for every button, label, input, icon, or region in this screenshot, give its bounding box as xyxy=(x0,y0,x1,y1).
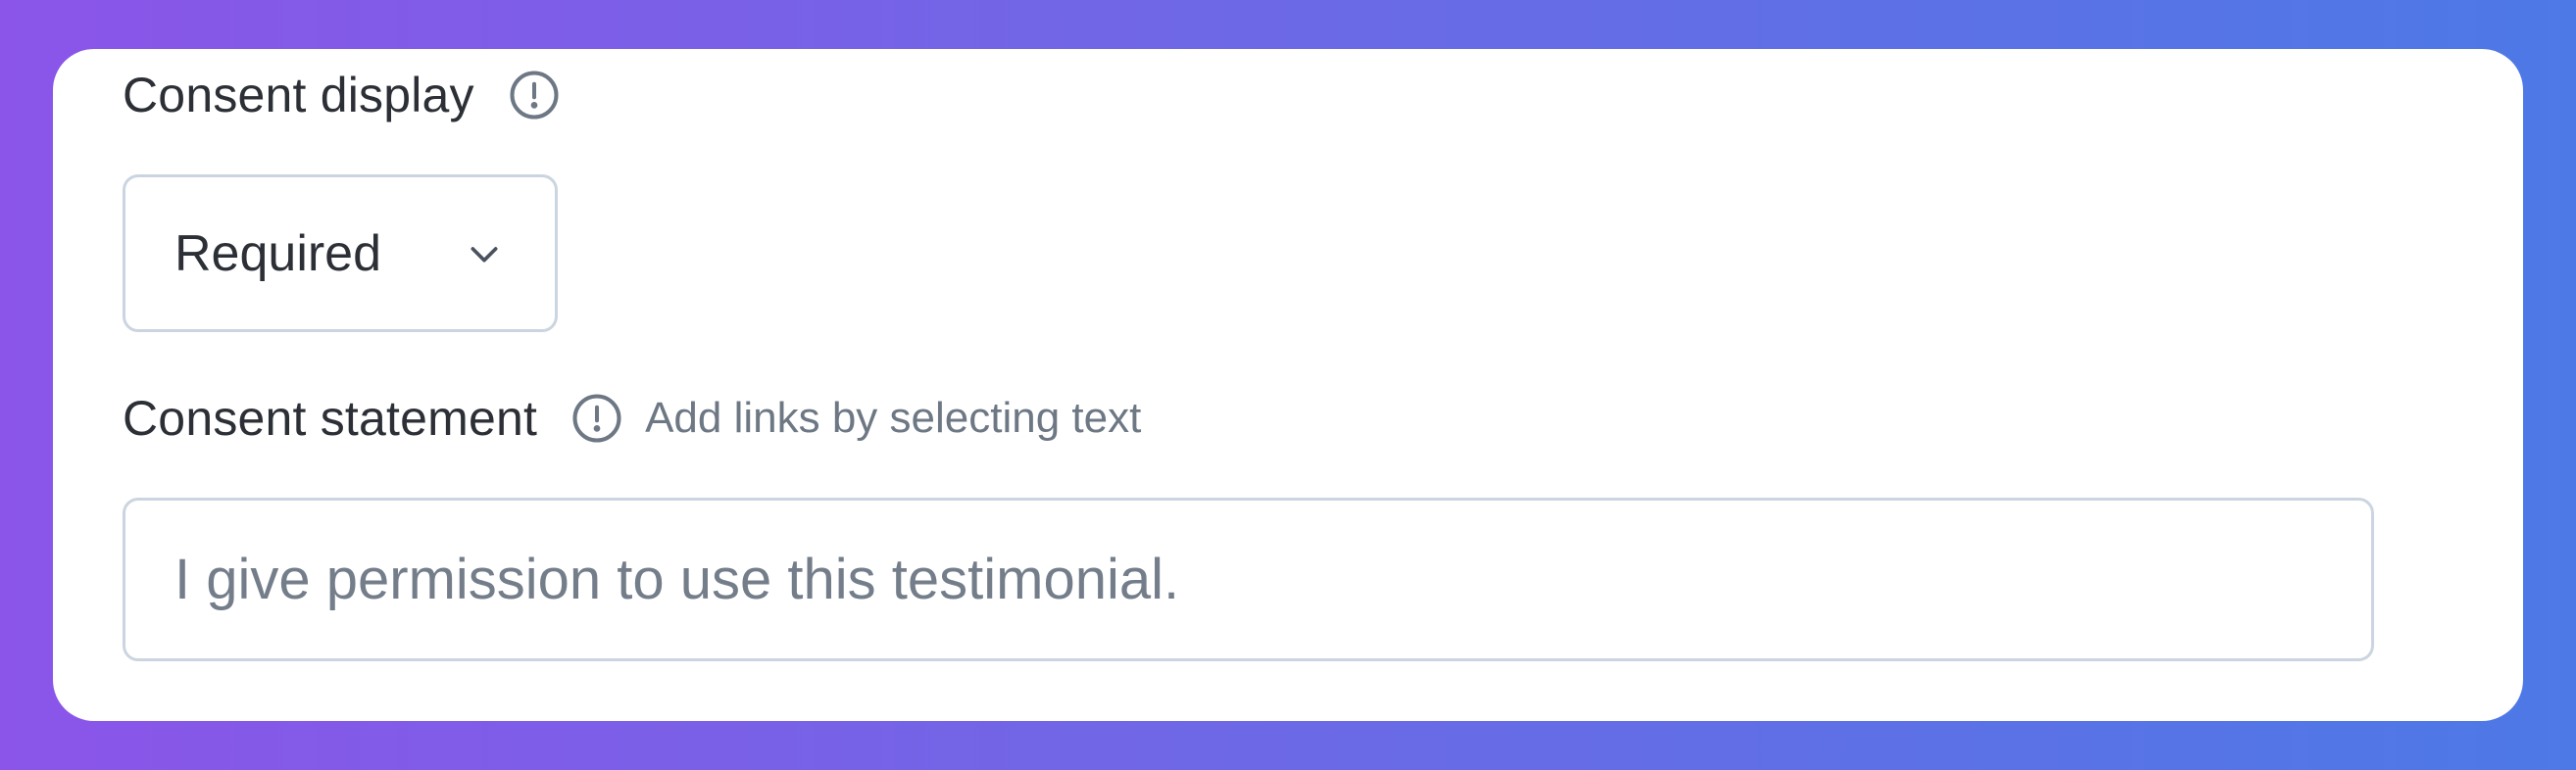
consent-statement-placeholder: I give permission to use this testimonia… xyxy=(174,548,1180,611)
consent-display-label-row: Consent display xyxy=(123,67,561,123)
settings-card: Consent display Required Consent stateme… xyxy=(53,49,2523,721)
chevron-down-icon xyxy=(465,234,504,273)
info-circle-icon[interactable] xyxy=(570,392,623,445)
consent-statement-label: Consent statement xyxy=(123,391,538,446)
consent-statement-input[interactable]: I give permission to use this testimonia… xyxy=(123,498,2374,661)
consent-display-label: Consent display xyxy=(123,68,474,122)
consent-display-select-value: Required xyxy=(174,224,382,282)
consent-statement-label-row: Consent statement Add links by selecting… xyxy=(123,390,1141,447)
consent-statement-hint: Add links by selecting text xyxy=(645,394,1142,442)
consent-display-select[interactable]: Required xyxy=(123,174,558,332)
info-circle-icon[interactable] xyxy=(508,69,561,121)
